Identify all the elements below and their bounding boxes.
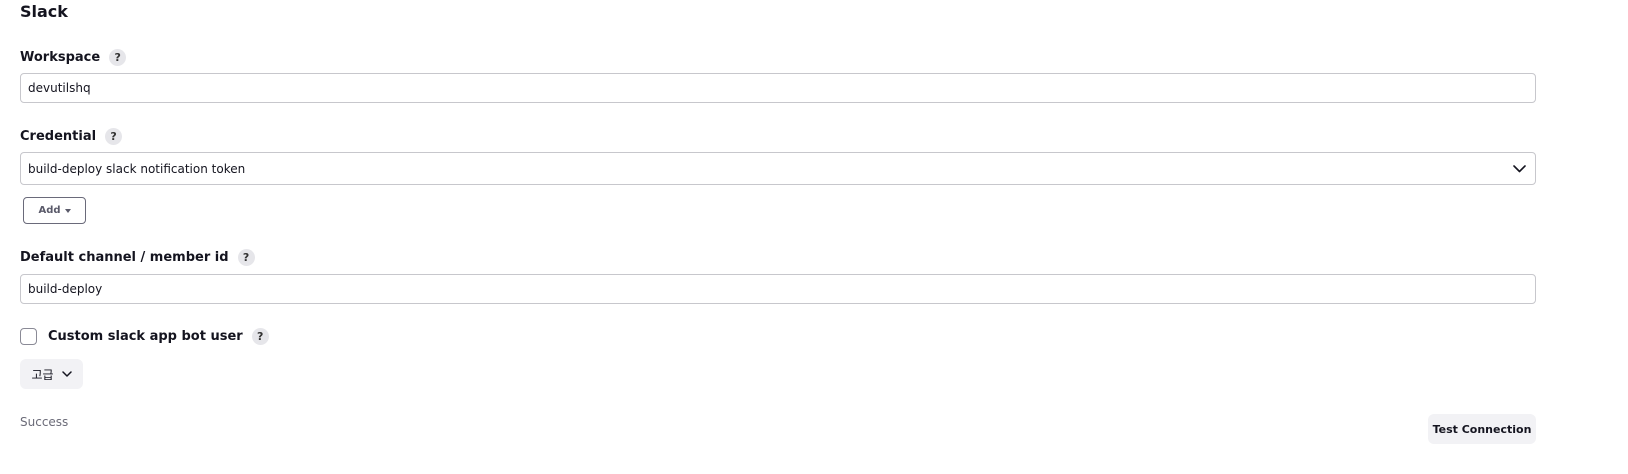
workspace-label-row: Workspace ? bbox=[20, 47, 127, 67]
credential-label-row: Credential ? bbox=[20, 126, 123, 146]
advanced-button-label: 고급 bbox=[31, 367, 54, 382]
custom-bot-user-row: Custom slack app bot user ? bbox=[20, 327, 269, 346]
section-title: Slack bbox=[20, 2, 68, 21]
workspace-help-icon[interactable]: ? bbox=[109, 48, 127, 66]
add-button-label: Add bbox=[38, 205, 61, 216]
default-channel-label-row: Default channel / member id ? bbox=[20, 247, 255, 267]
slack-config-panel: Slack Workspace ? Credential ? build-dep… bbox=[0, 0, 1628, 474]
default-channel-label: Default channel / member id bbox=[20, 249, 229, 265]
workspace-label: Workspace bbox=[20, 49, 101, 65]
credential-help-icon[interactable]: ? bbox=[105, 127, 123, 145]
connection-status-text: Success bbox=[20, 415, 69, 429]
custom-bot-user-checkbox[interactable] bbox=[20, 328, 37, 345]
workspace-input[interactable] bbox=[20, 73, 1536, 103]
test-connection-button[interactable]: Test Connection bbox=[1428, 414, 1536, 444]
credential-label: Credential bbox=[20, 128, 97, 144]
add-credential-button[interactable]: Add bbox=[23, 197, 86, 224]
credential-selected-value: build-deploy slack notification token bbox=[28, 161, 246, 176]
default-channel-input[interactable] bbox=[20, 274, 1536, 304]
caret-down-icon bbox=[64, 208, 71, 213]
default-channel-help-icon[interactable]: ? bbox=[237, 248, 255, 266]
chevron-down-icon bbox=[61, 371, 72, 377]
custom-bot-user-help-icon[interactable]: ? bbox=[251, 328, 269, 345]
credential-select[interactable]: build-deploy slack notification token bbox=[20, 152, 1536, 185]
chevron-down-icon bbox=[1513, 164, 1526, 173]
custom-bot-user-label: Custom slack app bot user bbox=[48, 329, 243, 344]
advanced-button[interactable]: 고급 bbox=[20, 359, 83, 389]
